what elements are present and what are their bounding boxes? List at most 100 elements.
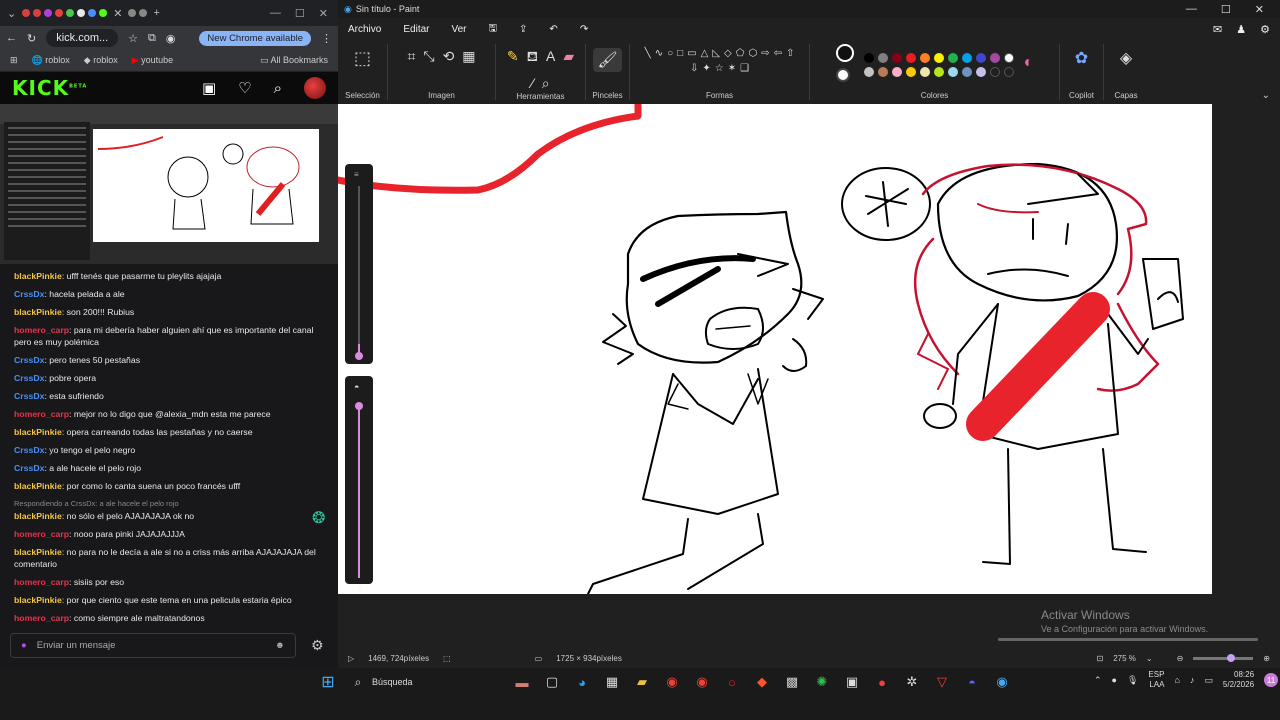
drawing-canvas[interactable] (338, 104, 1212, 594)
address-bar[interactable]: kick.com... (46, 29, 119, 47)
color-swatch[interactable] (905, 52, 916, 63)
star-icon[interactable]: ☆ (128, 32, 138, 45)
apps-icon[interactable]: ⊞ (10, 55, 18, 66)
collapse-ribbon-icon[interactable]: ⌄ (1262, 90, 1270, 101)
avatar[interactable] (304, 77, 326, 99)
app-2-icon[interactable]: ✺ (814, 674, 830, 690)
chat-username[interactable]: CrssDx (14, 445, 44, 455)
paint-icon[interactable]: ◉ (994, 674, 1010, 690)
heart-icon[interactable]: ♡ (238, 79, 251, 97)
tab-favicon[interactable] (99, 9, 108, 17)
color-swatch[interactable] (891, 52, 902, 63)
chat-username[interactable]: homero_carp (14, 529, 69, 539)
explorer-icon[interactable]: ▰ (634, 674, 650, 690)
image-select-icon[interactable]: ▦ (462, 48, 475, 65)
tab-favicon[interactable] (33, 9, 42, 17)
menu-icon[interactable]: ⋮ (321, 32, 332, 45)
redo-icon[interactable]: ↷ (580, 24, 588, 35)
back-icon[interactable]: ← (6, 32, 17, 44)
bookmark-youtube[interactable]: ▶ youtube (132, 55, 173, 66)
opacity-track[interactable] (358, 408, 360, 578)
horizontal-scrollbar[interactable] (998, 638, 1258, 641)
close-icon[interactable]: ✕ (319, 7, 328, 20)
size-track[interactable] (358, 186, 360, 356)
undo-icon[interactable]: ↶ (549, 24, 557, 35)
new-tab-icon[interactable]: + (150, 7, 162, 19)
bot-emote-icon[interactable]: ❂ (312, 508, 325, 528)
color-swatch[interactable] (961, 52, 972, 63)
color-swatch[interactable] (1003, 52, 1014, 63)
chat-username[interactable]: blackPinkie (14, 511, 62, 521)
crop-icon[interactable]: ⌗ (407, 48, 415, 65)
minimize-icon[interactable]: — (270, 7, 281, 20)
edge-icon[interactable]: ◕ (574, 675, 590, 690)
chat-username[interactable]: homero_carp (14, 409, 69, 419)
chat-username[interactable]: blackPinkie (14, 307, 62, 317)
volume-icon[interactable]: ♪ (1190, 675, 1195, 685)
tab-favicon[interactable] (66, 9, 75, 17)
pencil-icon[interactable]: ✎ (507, 48, 519, 67)
text-icon[interactable]: A (546, 48, 555, 67)
minimize-icon[interactable]: — (1186, 3, 1197, 16)
microphone-icon[interactable]: 🎙 (1127, 675, 1138, 686)
tab-favicon[interactable] (55, 9, 64, 17)
clock[interactable]: 08:26 5/2/2026 (1223, 670, 1254, 690)
search-icon[interactable]: ⌕ (274, 80, 282, 97)
account-icon[interactable]: ♟ (1236, 23, 1246, 36)
magnifier-icon[interactable]: ⌕ (542, 75, 550, 92)
maximize-icon[interactable]: ☐ (295, 7, 305, 20)
selection-icon[interactable]: ⬚ (354, 48, 371, 69)
tab-favicon[interactable] (22, 9, 31, 17)
start-icon[interactable]: ⊞ (320, 672, 336, 692)
color-swatch[interactable] (905, 66, 916, 77)
color-swatch[interactable] (975, 52, 986, 63)
kick-logo[interactable]: KICKBETA (12, 76, 87, 100)
layers-icon[interactable]: ◈ (1120, 48, 1132, 68)
menu-archivo[interactable]: Archivo (348, 24, 381, 35)
stream-player[interactable] (0, 104, 338, 264)
chat-username[interactable]: CrssDx (14, 373, 44, 383)
update-button[interactable]: New Chrome available (199, 30, 311, 46)
tab-favicon[interactable] (77, 9, 86, 17)
profile-icon[interactable]: ◉ (166, 32, 176, 45)
chat-input[interactable]: ● Enviar un mensaje ☻ (10, 633, 296, 658)
extensions-icon[interactable]: ⧉ (148, 32, 156, 45)
color-swatch[interactable] (933, 66, 944, 77)
settings-app-icon[interactable]: ✲ (904, 674, 920, 690)
tab-favicon[interactable] (139, 9, 148, 17)
zoom-level[interactable]: 275 % (1113, 654, 1136, 663)
chat-settings-icon[interactable]: ⚙ (311, 637, 324, 654)
color-swatch[interactable] (877, 52, 888, 63)
color-swatch[interactable] (947, 52, 958, 63)
bookmark-roblox-1[interactable]: 🌐 roblox (32, 55, 70, 66)
color-swatch[interactable] (919, 52, 930, 63)
battery-icon[interactable]: ▭ (1204, 675, 1213, 686)
fit-icon[interactable]: ⊡ (1097, 654, 1104, 663)
all-bookmarks[interactable]: ▭ All Bookmarks (260, 55, 328, 66)
chat-username[interactable]: blackPinkie (14, 595, 62, 605)
chat-username[interactable]: homero_carp (14, 325, 69, 335)
tab-favicon[interactable] (128, 9, 137, 17)
app-5-icon[interactable]: ▽ (934, 674, 950, 690)
bookmark-roblox-2[interactable]: ◆ roblox (84, 55, 118, 66)
tab-favicon[interactable] (44, 9, 53, 17)
app-3-icon[interactable]: ▣ (844, 674, 860, 690)
chat-username[interactable]: blackPinkie (14, 271, 62, 281)
menu-editar[interactable]: Editar (403, 24, 429, 35)
chat-username[interactable]: homero_carp (14, 577, 69, 587)
fill-icon[interactable]: ⛾ (527, 48, 538, 67)
tray-app-icon[interactable]: ● (1112, 675, 1117, 685)
tab-favicon[interactable] (88, 9, 97, 17)
chat-username[interactable]: blackPinkie (14, 547, 62, 557)
copilot-icon[interactable]: ✿ (1075, 48, 1088, 68)
save-icon[interactable]: 🖫 (489, 21, 498, 38)
maximize-icon[interactable]: ☐ (1221, 3, 1231, 16)
network-icon[interactable]: ⌂ (1174, 675, 1179, 685)
color-swatch[interactable] (961, 66, 972, 77)
color-swatch[interactable] (863, 66, 874, 77)
zoom-dropdown-icon[interactable]: ⌄ (1146, 654, 1153, 663)
color-2-swatch[interactable] (835, 68, 850, 82)
custom-color-slot[interactable] (1003, 66, 1014, 77)
color-swatch[interactable] (891, 66, 902, 77)
emoji-icon[interactable]: ☻ (275, 640, 285, 651)
